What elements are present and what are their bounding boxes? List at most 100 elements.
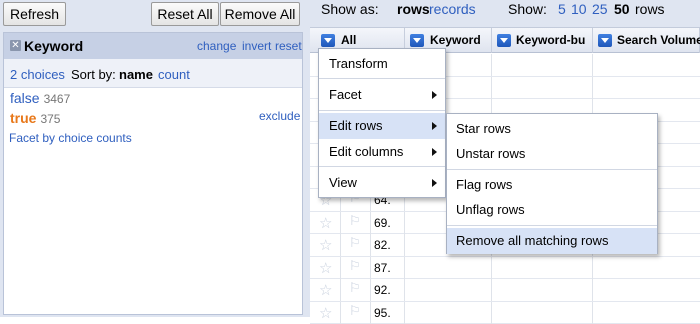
- chevron-right-icon: [432, 122, 437, 130]
- star-icon[interactable]: ☆: [319, 259, 332, 277]
- menu-separator: [447, 225, 657, 226]
- chevron-right-icon: [432, 148, 437, 156]
- sort-by-count-link[interactable]: count: [158, 67, 190, 82]
- flag-icon[interactable]: ⚐: [349, 304, 361, 319]
- menu-item-label: Edit rows: [329, 118, 382, 133]
- menu-separator: [319, 166, 445, 167]
- table-cell[interactable]: [492, 77, 593, 99]
- facet-reset-link[interactable]: reset: [275, 39, 302, 53]
- table-cell[interactable]: [492, 257, 593, 279]
- flag-cell[interactable]: ⚐: [341, 279, 371, 301]
- close-icon[interactable]: ✕: [10, 40, 21, 51]
- row-number-cell: 69.: [371, 212, 405, 234]
- row-number: 92.: [374, 283, 391, 297]
- left-panel: Refresh Reset All Remove All ✕ Keyword c…: [0, 0, 310, 317]
- column-all-menu: Transform Facet Edit rows Edit columns V…: [318, 48, 446, 198]
- menu-item-view[interactable]: View: [319, 170, 445, 196]
- sort-by-label: Sort by:: [71, 67, 116, 82]
- page-size-5-link[interactable]: 5: [558, 0, 566, 18]
- flag-icon[interactable]: ⚐: [349, 281, 361, 296]
- menu-item-facet[interactable]: Facet: [319, 82, 445, 108]
- menu-item-star-rows[interactable]: Star rows: [447, 116, 657, 142]
- menu-item-unflag-rows[interactable]: Unflag rows: [447, 197, 657, 223]
- flag-icon[interactable]: ⚐: [349, 214, 361, 229]
- refresh-button[interactable]: Refresh: [3, 2, 66, 26]
- star-icon[interactable]: ☆: [319, 236, 332, 254]
- menu-item-remove-all-matching-rows[interactable]: Remove all matching rows: [447, 228, 657, 254]
- menu-item-label: Transform: [329, 56, 388, 71]
- dropdown-icon[interactable]: [497, 34, 511, 47]
- page-size-suffix: rows: [635, 0, 665, 18]
- facet-by-choice-counts-link[interactable]: Facet by choice counts: [9, 131, 132, 145]
- keyword-facet: ✕ Keyword change invert reset 2 choices …: [3, 32, 303, 315]
- choice-name[interactable]: true: [10, 110, 36, 126]
- table-row: ☆ ⚐ 95.: [310, 302, 700, 324]
- dropdown-icon[interactable]: [410, 34, 424, 47]
- dropdown-icon[interactable]: [321, 34, 335, 47]
- flag-icon[interactable]: ⚐: [349, 236, 361, 251]
- page-size-50-selected[interactable]: 50: [614, 0, 630, 18]
- row-number: 82.: [374, 238, 391, 252]
- chevron-right-icon: [432, 179, 437, 187]
- row-number-cell: 95.: [371, 302, 405, 324]
- show-as-label: Show as:: [321, 0, 379, 18]
- menu-item-unstar-rows[interactable]: Unstar rows: [447, 141, 657, 167]
- table-cell[interactable]: [492, 279, 593, 301]
- show-as-rows[interactable]: rows: [397, 0, 430, 18]
- facet-choice-true[interactable]: true 375: [10, 110, 60, 126]
- menu-separator: [447, 169, 657, 170]
- menu-item-label: Unflag rows: [456, 202, 525, 217]
- flag-cell[interactable]: ⚐: [341, 302, 371, 324]
- sort-by-name[interactable]: name: [119, 67, 153, 82]
- menu-separator: [319, 78, 445, 79]
- menu-item-edit-columns[interactable]: Edit columns: [319, 139, 445, 165]
- table-cell[interactable]: [492, 302, 593, 324]
- dropdown-icon[interactable]: [598, 34, 612, 47]
- column-header-keyword-bu[interactable]: Keyword-bu: [492, 28, 593, 53]
- page-size-10-link[interactable]: 10: [571, 0, 587, 18]
- choice-count: 375: [40, 112, 60, 126]
- star-cell[interactable]: ☆: [310, 212, 341, 234]
- star-icon[interactable]: ☆: [319, 304, 332, 322]
- menu-item-edit-rows[interactable]: Edit rows: [319, 113, 445, 139]
- reset-all-button[interactable]: Reset All: [151, 2, 219, 26]
- table-cell[interactable]: [405, 302, 492, 324]
- exclude-link[interactable]: exclude: [259, 109, 300, 123]
- menu-item-label: Facet: [329, 87, 362, 102]
- star-cell[interactable]: ☆: [310, 279, 341, 301]
- facet-choice-false[interactable]: false 3467: [10, 90, 70, 106]
- star-cell[interactable]: ☆: [310, 302, 341, 324]
- page-size-25-link[interactable]: 25: [592, 0, 608, 18]
- menu-item-flag-rows[interactable]: Flag rows: [447, 172, 657, 198]
- choice-name[interactable]: false: [10, 90, 40, 106]
- flag-cell[interactable]: ⚐: [341, 234, 371, 256]
- menu-separator: [319, 110, 445, 111]
- edit-rows-submenu: Star rows Unstar rows Flag rows Unflag r…: [446, 113, 658, 254]
- facet-change-link[interactable]: change: [197, 39, 236, 53]
- table-cell[interactable]: [405, 279, 492, 301]
- facet-invert-link[interactable]: invert: [242, 39, 271, 53]
- star-icon[interactable]: ☆: [319, 281, 332, 299]
- facet-header: ✕ Keyword change invert reset: [4, 33, 302, 59]
- menu-item-transform[interactable]: Transform: [319, 51, 445, 77]
- flag-cell[interactable]: ⚐: [341, 257, 371, 279]
- show-as-records-link[interactable]: records: [429, 0, 476, 18]
- row-number-cell: 87.: [371, 257, 405, 279]
- menu-item-label: Star rows: [456, 121, 511, 136]
- star-icon[interactable]: ☆: [319, 214, 332, 232]
- table-cell[interactable]: [492, 54, 593, 76]
- star-cell[interactable]: ☆: [310, 257, 341, 279]
- menu-item-label: Remove all matching rows: [456, 233, 608, 248]
- column-header-search-volume[interactable]: Search Volume: [593, 28, 700, 53]
- row-number-cell: 92.: [371, 279, 405, 301]
- flag-cell[interactable]: ⚐: [341, 212, 371, 234]
- flag-icon[interactable]: ⚐: [349, 259, 361, 274]
- choice-count: 3467: [44, 92, 71, 106]
- column-label: Keyword-bu: [516, 28, 585, 53]
- choices-count-link[interactable]: 2 choices: [10, 67, 65, 82]
- star-cell[interactable]: ☆: [310, 234, 341, 256]
- table-cell[interactable]: [405, 257, 492, 279]
- row-number: 87.: [374, 261, 391, 275]
- remove-all-button[interactable]: Remove All: [220, 2, 300, 26]
- row-number: 69.: [374, 216, 391, 230]
